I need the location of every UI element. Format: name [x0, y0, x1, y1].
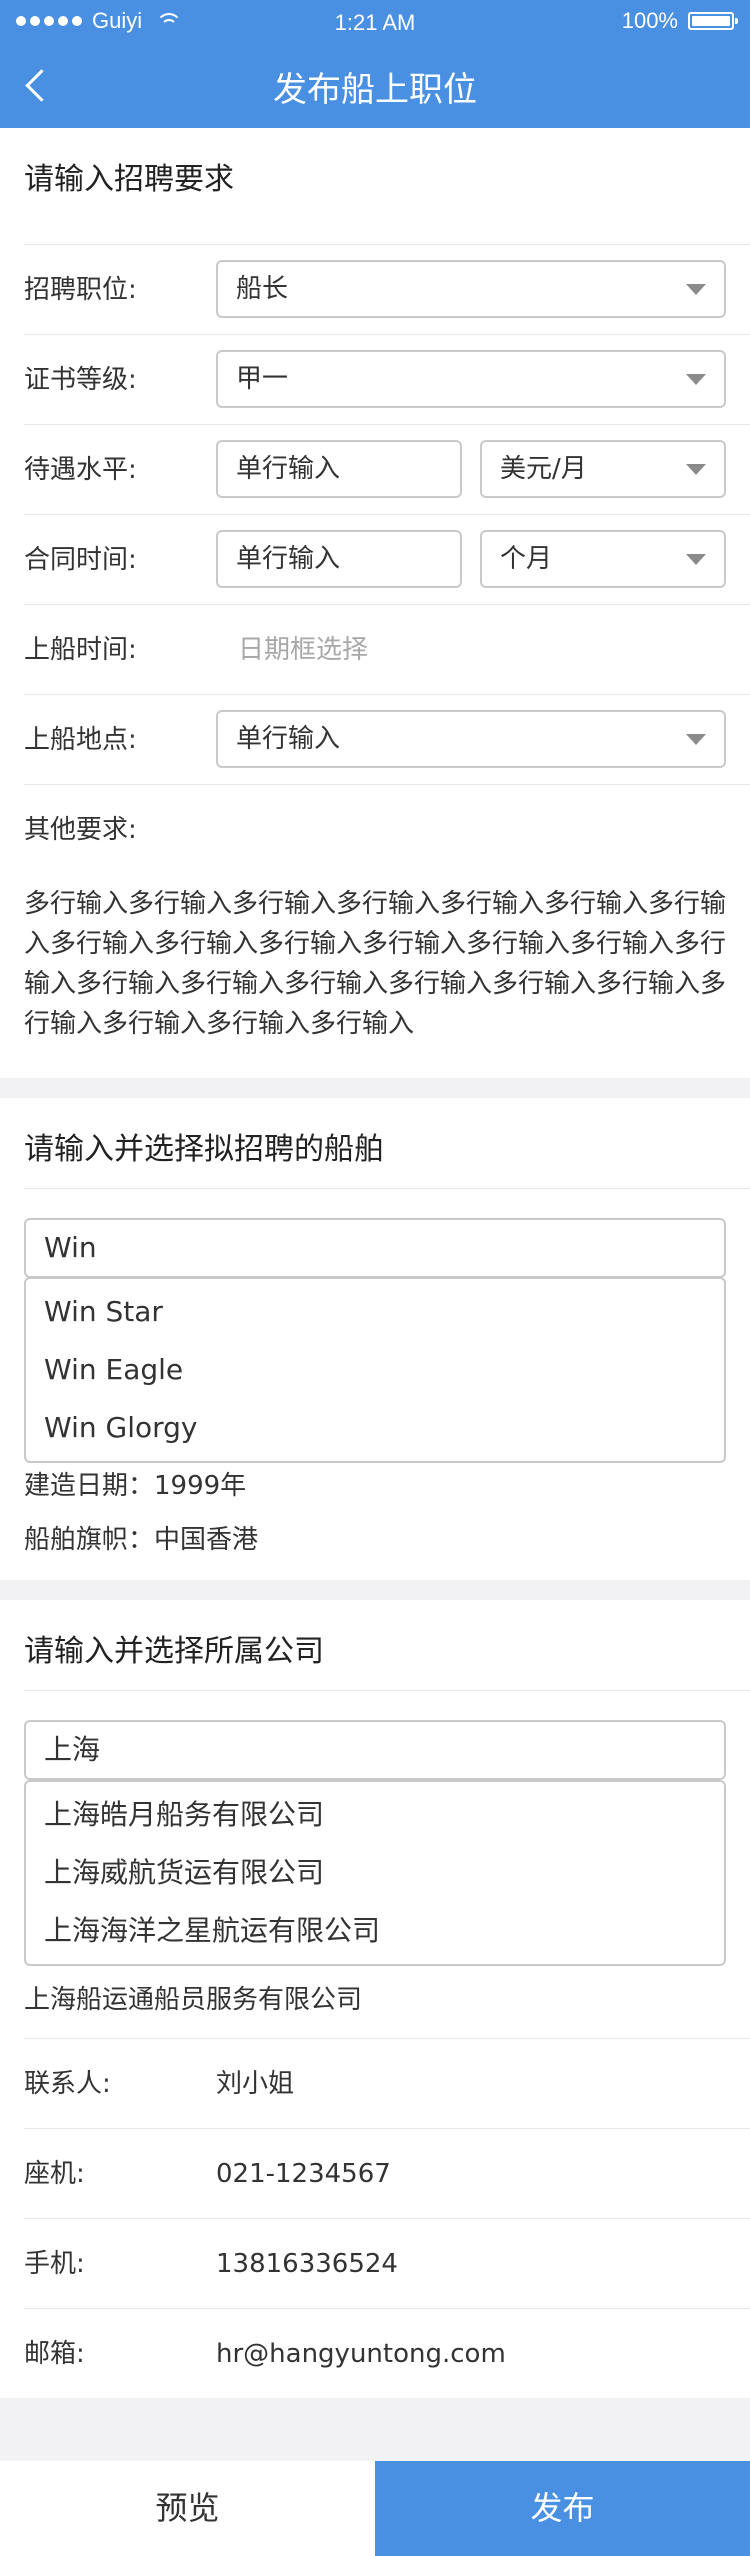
- cert-label: 证书等级:: [24, 365, 137, 395]
- phone-row: 座机: 021-1234567: [24, 2128, 750, 2219]
- phone-label: 座机:: [24, 2159, 85, 2189]
- ship-build-date: 建造日期：1999年: [24, 1471, 247, 1501]
- requirements-section: 请输入招聘要求 招聘职位: 船长 证书等级: 甲一 待遇水平: 单行输入 美元/…: [0, 128, 750, 1078]
- contract-label: 合同时间:: [24, 545, 137, 575]
- company-title: 请输入并选择所属公司: [24, 1634, 324, 1669]
- position-label: 招聘职位:: [24, 275, 137, 305]
- ship-search-input[interactable]: Win: [24, 1218, 726, 1278]
- preview-button[interactable]: 预览: [0, 2461, 375, 2556]
- chevron-down-icon: [686, 284, 706, 295]
- battery-percent: 100%: [621, 8, 678, 33]
- company-option[interactable]: 上海威航货运有限公司: [26, 1844, 724, 1902]
- company-search-input[interactable]: 上海: [24, 1720, 726, 1780]
- company-selected: 上海船运通船员服务有限公司: [24, 1985, 363, 2015]
- contact-label: 联系人:: [24, 2069, 111, 2099]
- cert-select[interactable]: 甲一: [216, 350, 726, 408]
- contract-row: 合同时间: 单行输入 个月: [24, 514, 750, 605]
- ship-suggestion-list: Win Star Win Eagle Win Glorgy: [24, 1277, 726, 1463]
- position-row: 招聘职位: 船长: [24, 244, 750, 335]
- email-label: 邮箱:: [24, 2339, 85, 2369]
- email-value: hr@hangyuntong.com: [216, 2339, 506, 2369]
- ship-flag: 船舶旗帜：中国香港: [24, 1525, 259, 1555]
- email-row: 邮箱: hr@hangyuntong.com: [24, 2308, 750, 2399]
- ship-title: 请输入并选择拟招聘的船舶: [24, 1132, 384, 1167]
- contact-row: 联系人: 刘小姐: [24, 2038, 750, 2129]
- board-place-row: 上船地点: 单行输入: [24, 694, 750, 785]
- cert-row: 证书等级: 甲一: [24, 334, 750, 425]
- salary-unit-select[interactable]: 美元/月: [480, 440, 726, 498]
- contract-value: 单行输入: [236, 544, 341, 574]
- company-suggestion-list: 上海皓月船务有限公司 上海威航货运有限公司 上海海洋之星航运有限公司: [24, 1780, 726, 1966]
- ship-section: 请输入并选择拟招聘的船舶 Win Win Star Win Eagle Win …: [0, 1098, 750, 1580]
- board-time-row: 上船时间: 日期框选择: [24, 604, 750, 695]
- cert-value: 甲一: [236, 364, 289, 394]
- divider: [24, 1690, 750, 1691]
- company-option[interactable]: 上海海洋之星航运有限公司: [26, 1902, 724, 1960]
- mobile-row: 手机: 13816336524: [24, 2218, 750, 2309]
- position-value: 船长: [236, 274, 289, 304]
- battery-icon: [688, 12, 738, 30]
- nav-bar: 发布船上职位: [0, 44, 750, 128]
- phone-value: 021-1234567: [216, 2159, 391, 2189]
- ship-option[interactable]: Win Eagle: [26, 1341, 724, 1399]
- other-row: 其他要求:: [24, 784, 750, 845]
- other-label: 其他要求:: [24, 815, 137, 845]
- board-place-label: 上船地点:: [24, 725, 137, 755]
- ship-option[interactable]: Win Glorgy: [26, 1399, 724, 1457]
- ship-option[interactable]: Win Star: [26, 1283, 724, 1341]
- chevron-down-icon: [686, 554, 706, 565]
- salary-row: 待遇水平: 单行输入 美元/月: [24, 424, 750, 515]
- salary-label: 待遇水平:: [24, 455, 137, 485]
- position-select[interactable]: 船长: [216, 260, 726, 318]
- mobile-label: 手机:: [24, 2249, 85, 2279]
- contract-unit-select[interactable]: 个月: [480, 530, 726, 588]
- mobile-value: 13816336524: [216, 2249, 398, 2279]
- bottom-action-bar: 预览 发布: [0, 2461, 750, 2556]
- board-time-label: 上船时间:: [24, 635, 137, 665]
- chevron-down-icon: [686, 734, 706, 745]
- salary-value: 单行输入: [236, 454, 341, 484]
- contract-unit-value: 个月: [500, 544, 553, 574]
- company-option[interactable]: 上海皓月船务有限公司: [26, 1786, 724, 1844]
- publish-button[interactable]: 发布: [375, 2461, 750, 2556]
- chevron-down-icon: [686, 464, 706, 475]
- board-time-picker[interactable]: 日期框选择: [238, 605, 368, 695]
- contract-input[interactable]: 单行输入: [216, 530, 462, 588]
- board-place-select[interactable]: 单行输入: [216, 710, 726, 768]
- divider: [24, 1188, 750, 1189]
- salary-unit-value: 美元/月: [500, 454, 587, 484]
- other-textarea[interactable]: 多行输入多行输入多行输入多行输入多行输入多行输入多行输入多行输入多行输入多行输入…: [0, 884, 750, 1044]
- company-section: 请输入并选择所属公司 上海 上海皓月船务有限公司 上海威航货运有限公司 上海海洋…: [0, 1600, 750, 2398]
- status-bar: Guiyi 1:21 AM 100%: [0, 0, 750, 44]
- salary-input[interactable]: 单行输入: [216, 440, 462, 498]
- chevron-down-icon: [686, 374, 706, 385]
- status-right: 100%: [621, 8, 738, 34]
- contact-value: 刘小姐: [216, 2069, 295, 2099]
- board-place-value: 单行输入: [236, 724, 341, 754]
- requirements-title: 请输入招聘要求: [24, 162, 234, 197]
- page-title: 发布船上职位: [273, 70, 477, 110]
